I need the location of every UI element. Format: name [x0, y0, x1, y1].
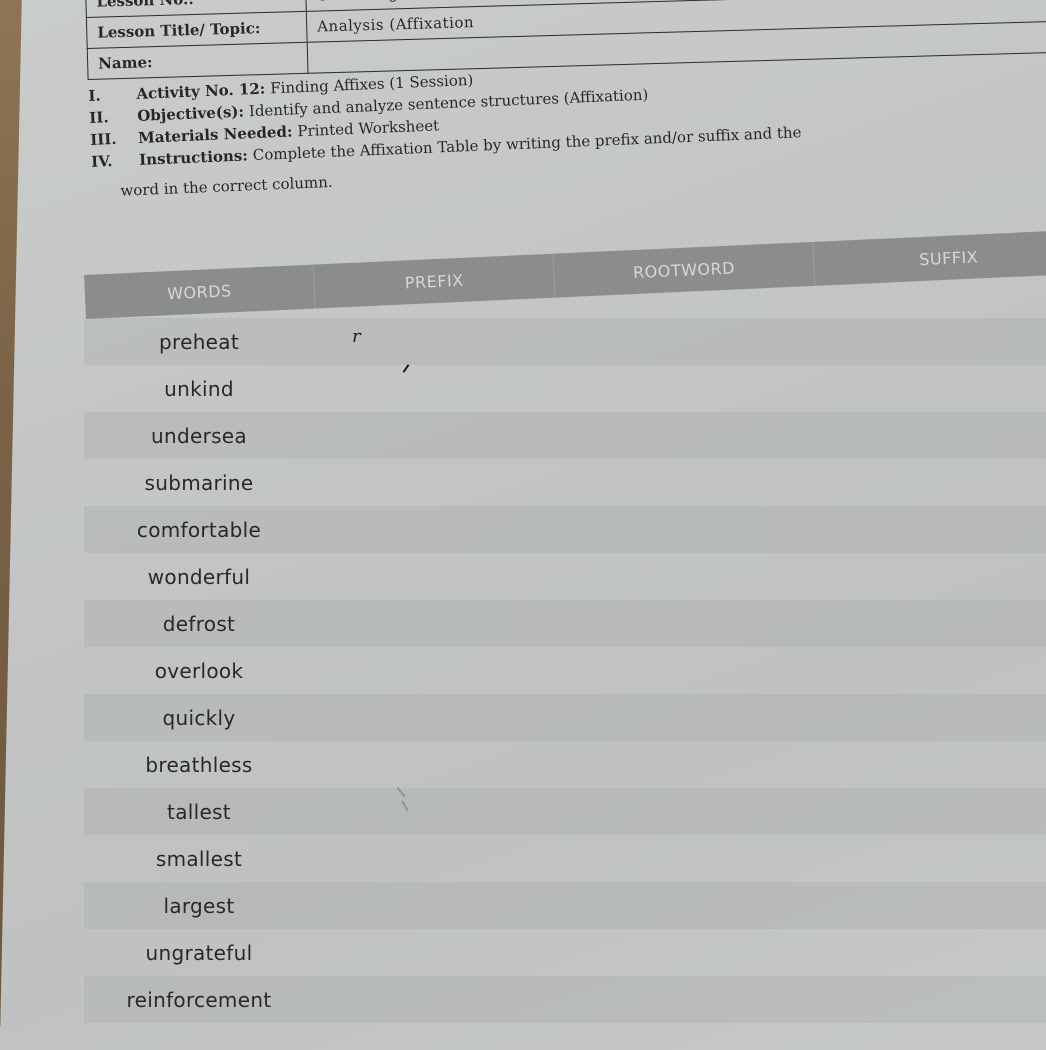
word-cell: wonderful [84, 565, 314, 589]
section-number: II. [89, 106, 138, 128]
rootword-cell[interactable] [554, 600, 814, 647]
table-row: reinforcement [84, 976, 1046, 1023]
word-cell: overlook [84, 659, 314, 683]
rootword-cell[interactable] [554, 694, 814, 741]
rootword-cell[interactable] [554, 318, 814, 365]
prefix-cell[interactable] [314, 976, 554, 1023]
table-row: undersea [84, 412, 1046, 459]
table-row: unkind [84, 365, 1046, 412]
prefix-cell[interactable] [314, 882, 554, 929]
suffix-cell[interactable] [814, 647, 1046, 694]
prefix-cell[interactable] [314, 929, 554, 976]
table-row: largest [84, 882, 1046, 929]
rootword-cell[interactable] [554, 788, 814, 835]
rootword-cell[interactable] [554, 412, 814, 459]
table-row: wonderful [84, 553, 1046, 600]
word-cell: unkind [84, 377, 314, 401]
section-label: Instructions: [139, 145, 249, 170]
prefix-cell[interactable] [314, 647, 554, 694]
suffix-cell[interactable] [814, 365, 1046, 412]
prefix-cell[interactable] [314, 412, 554, 459]
word-cell: comfortable [84, 518, 314, 542]
rootword-cell[interactable] [554, 929, 814, 976]
prefix-cell[interactable] [314, 459, 554, 506]
prefix-cell[interactable] [314, 506, 554, 553]
affixation-table-body: preheat r unkind undersea submarine comfortab… [84, 318, 1046, 1023]
suffix-cell[interactable] [814, 882, 1046, 929]
table-row: defrost [84, 600, 1046, 647]
section-label: Objective(s): [137, 102, 244, 126]
section-label: Activity No. 12: [136, 79, 266, 104]
rootword-cell[interactable] [554, 882, 814, 929]
word-cell: breathless [84, 753, 314, 777]
header-suffix: SUFFIX [813, 230, 1046, 286]
section-number: I. [88, 84, 137, 106]
section-number: IV. [91, 150, 140, 172]
word-cell: submarine [84, 471, 314, 495]
header-words: WORDS [84, 265, 316, 319]
rootword-cell[interactable] [554, 647, 814, 694]
table-row: comfortable [84, 506, 1046, 553]
prefix-cell[interactable] [314, 788, 554, 835]
header-rootword: ROOTWORD [554, 242, 816, 298]
header-prefix: PREFIX [314, 254, 556, 309]
prefix-cell[interactable]: r [314, 318, 554, 365]
table-row: preheat r [84, 318, 1046, 365]
section-number: III. [90, 128, 139, 150]
suffix-cell[interactable] [814, 459, 1046, 506]
prefix-cell[interactable] [314, 835, 554, 882]
suffix-cell[interactable] [814, 929, 1046, 976]
table-row: submarine [84, 459, 1046, 506]
prefix-cell[interactable] [314, 553, 554, 600]
suffix-cell[interactable] [814, 553, 1046, 600]
suffix-cell[interactable] [814, 412, 1046, 459]
table-row: overlook [84, 647, 1046, 694]
suffix-cell[interactable] [814, 976, 1046, 1023]
table-row: tallest [84, 788, 1046, 835]
suffix-cell[interactable] [814, 506, 1046, 553]
word-cell: undersea [84, 424, 314, 448]
suffix-cell[interactable] [814, 788, 1046, 835]
name-label: Name: [87, 42, 308, 79]
suffix-cell[interactable] [814, 694, 1046, 741]
suffix-cell[interactable] [814, 600, 1046, 647]
suffix-cell[interactable] [814, 741, 1046, 788]
rootword-cell[interactable] [554, 976, 814, 1023]
prefix-cell[interactable] [314, 741, 554, 788]
word-cell: smallest [84, 847, 314, 871]
prefix-cell[interactable] [314, 600, 554, 647]
affixation-table-header: WORDS PREFIX ROOTWORD SUFFIX [84, 230, 1046, 319]
word-cell: preheat [84, 330, 314, 354]
rootword-cell[interactable] [554, 459, 814, 506]
rootword-cell[interactable] [554, 741, 814, 788]
rootword-cell[interactable] [554, 365, 814, 412]
table-row: quickly [84, 694, 1046, 741]
rootword-cell[interactable] [554, 506, 814, 553]
worksheet-page: Lesson No.: Unlocking M Grade & Section … [0, 0, 1046, 1026]
prefix-cell[interactable] [314, 365, 554, 412]
word-cell: ungrateful [84, 941, 314, 965]
suffix-cell[interactable] [814, 318, 1046, 365]
word-cell: tallest [84, 800, 314, 824]
word-cell: defrost [84, 612, 314, 636]
suffix-cell[interactable] [814, 835, 1046, 882]
affixation-table: WORDS PREFIX ROOTWORD SUFFIX [84, 230, 1046, 319]
table-row: breathless [84, 741, 1046, 788]
word-cell: largest [84, 894, 314, 918]
handwritten-answer: r [352, 326, 361, 347]
table-row: ungrateful [84, 929, 1046, 976]
rootword-cell[interactable] [554, 553, 814, 600]
rootword-cell[interactable] [554, 835, 814, 882]
word-cell: reinforcement [84, 988, 314, 1012]
table-row: smallest [84, 835, 1046, 882]
prefix-cell[interactable] [314, 694, 554, 741]
word-cell: quickly [84, 706, 314, 730]
